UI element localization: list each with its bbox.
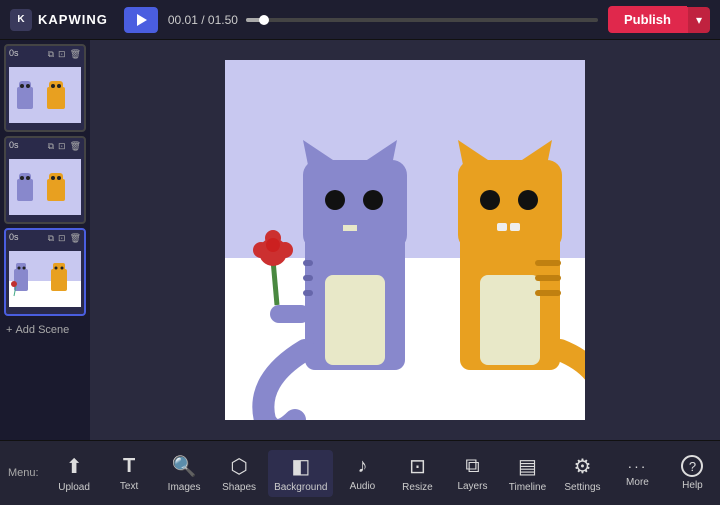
scene-1-delete[interactable]: 🗑 <box>69 48 82 61</box>
tool-timeline[interactable]: ▤ Timeline <box>501 450 553 497</box>
progress-bar[interactable] <box>246 18 598 22</box>
tool-layers[interactable]: ⧉ Layers <box>446 451 498 496</box>
tool-items: ⬆ Upload T Text 🔍 Images ⬡ Shapes ◧ Back… <box>47 450 720 497</box>
scene-1-svg <box>9 67 81 123</box>
images-label: Images <box>168 482 201 493</box>
top-bar: K KAPWING 00.01 / 01.50 Publish ▾ <box>0 0 720 40</box>
add-scene-label: Add Scene <box>15 324 69 336</box>
background-label: Background <box>274 482 327 493</box>
scene-1-copy[interactable]: ⊡ <box>57 48 67 61</box>
scene-1-duplicate[interactable]: ⧉ <box>47 48 55 61</box>
scene-2-svg <box>9 159 81 215</box>
tool-audio[interactable]: ♪ Audio <box>336 451 388 496</box>
tool-help[interactable]: ? Help <box>666 451 718 495</box>
canvas-area <box>90 40 720 440</box>
logo-area: K KAPWING <box>10 9 108 31</box>
background-icon: ◧ <box>291 454 310 479</box>
time-current: 00.01 <box>168 13 198 27</box>
layers-label: Layers <box>457 481 487 492</box>
text-icon: T <box>123 455 135 478</box>
upload-label: Upload <box>58 482 90 493</box>
settings-label: Settings <box>564 482 600 493</box>
resize-icon: ⊡ <box>409 454 426 479</box>
more-label: More <box>626 477 649 488</box>
scene-3-label: 0s <box>9 232 19 242</box>
tool-background[interactable]: ◧ Background <box>268 450 333 497</box>
publish-button-group: Publish ▾ <box>608 6 710 33</box>
canvas-frame[interactable] <box>225 60 585 420</box>
scene-2-delete[interactable]: 🗑 <box>69 140 82 153</box>
layers-icon: ⧉ <box>465 455 479 478</box>
settings-icon: ⚙ <box>573 454 591 479</box>
upload-icon: ⬆ <box>66 454 83 479</box>
play-button[interactable] <box>124 7 158 33</box>
text-label: Text <box>120 481 138 492</box>
timeline-icon: ▤ <box>518 454 537 479</box>
time-display: 00.01 / 01.50 <box>168 13 238 27</box>
tool-upload[interactable]: ⬆ Upload <box>48 450 100 497</box>
tool-more[interactable]: ··· More <box>611 454 663 492</box>
help-label: Help <box>682 480 703 491</box>
add-scene-icon: + <box>6 324 12 336</box>
timeline-area: 00.01 / 01.50 <box>168 13 598 27</box>
publish-button[interactable]: Publish <box>608 6 687 33</box>
time-separator: / <box>201 13 204 27</box>
scene-2-thumbnail <box>6 152 84 222</box>
scene-2-label: 0s <box>9 140 19 150</box>
tool-text[interactable]: T Text <box>103 451 155 496</box>
scene-1-label: 0s <box>9 48 19 58</box>
scene-3-delete[interactable]: 🗑 <box>69 232 82 245</box>
menu-prefix-label: Menu: <box>0 467 47 479</box>
scene-2-copy[interactable]: ⊡ <box>57 140 67 153</box>
kapwing-logo-icon: K <box>10 9 32 31</box>
tool-settings[interactable]: ⚙ Settings <box>556 450 608 497</box>
scene-sidebar: 0s ⧉ ⊡ 🗑 <box>0 40 90 440</box>
scene-2-duplicate[interactable]: ⧉ <box>47 140 55 153</box>
shapes-icon: ⬡ <box>230 454 247 479</box>
scene-item-1[interactable]: 0s ⧉ ⊡ 🗑 <box>4 44 86 132</box>
scene-3-copy[interactable]: ⊡ <box>57 232 67 245</box>
timeline-label: Timeline <box>509 482 546 493</box>
canvas-cats-svg <box>225 60 585 420</box>
images-icon: 🔍 <box>172 454 197 479</box>
scene-3-duplicate[interactable]: ⧉ <box>47 232 55 245</box>
scene-3-icons: ⧉ ⊡ 🗑 <box>47 232 82 245</box>
bottom-toolbar: Menu: ⬆ Upload T Text 🔍 Images ⬡ Shapes … <box>0 440 720 505</box>
play-icon <box>137 14 147 26</box>
scene-3-thumbnail <box>6 244 84 314</box>
progress-thumb <box>259 15 269 25</box>
publish-dropdown-button[interactable]: ▾ <box>687 7 710 33</box>
scene-3-svg <box>9 251 81 307</box>
scene-item-3[interactable]: 0s ⧉ ⊡ 🗑 <box>4 228 86 316</box>
time-total: 01.50 <box>208 13 238 27</box>
scene-1-thumbnail <box>6 60 84 130</box>
main-content: 0s ⧉ ⊡ 🗑 <box>0 40 720 440</box>
tool-images[interactable]: 🔍 Images <box>158 450 210 497</box>
scene-item-2[interactable]: 0s ⧉ ⊡ 🗑 <box>4 136 86 224</box>
add-scene-button[interactable]: + Add Scene <box>4 320 86 340</box>
scene-1-icons: ⧉ ⊡ 🗑 <box>47 48 82 61</box>
help-icon: ? <box>681 455 703 477</box>
resize-label: Resize <box>402 482 433 493</box>
more-icon: ··· <box>627 458 647 474</box>
audio-label: Audio <box>350 481 376 492</box>
audio-icon: ♪ <box>357 455 367 478</box>
tool-shapes[interactable]: ⬡ Shapes <box>213 450 265 497</box>
shapes-label: Shapes <box>222 482 256 493</box>
tool-resize[interactable]: ⊡ Resize <box>391 450 443 497</box>
kapwing-logo-text: KAPWING <box>38 12 108 27</box>
scene-2-icons: ⧉ ⊡ 🗑 <box>47 140 82 153</box>
